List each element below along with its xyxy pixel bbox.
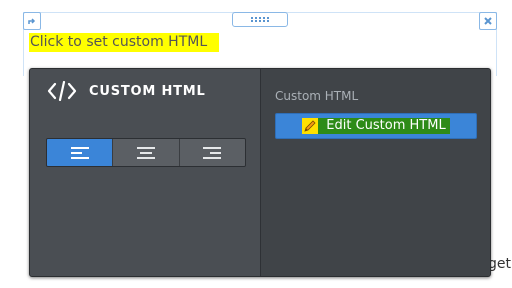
align-center-icon <box>136 146 155 159</box>
pencil-icon <box>302 118 319 134</box>
custom-html-settings-panel: CUSTOM HTML Custom HTML Edit Custom HTML <box>29 68 491 277</box>
close-button[interactable] <box>479 12 497 30</box>
code-icon <box>47 81 77 101</box>
align-right-icon <box>203 146 222 159</box>
panel-title: CUSTOM HTML <box>89 83 206 99</box>
align-right-button[interactable] <box>179 139 245 166</box>
drag-dots-icon <box>251 17 269 22</box>
panel-right-column: Custom HTML Edit Custom HTML <box>261 69 490 276</box>
align-left-button[interactable] <box>47 139 114 166</box>
alignment-button-group <box>46 138 246 167</box>
panel-left-column: CUSTOM HTML <box>30 69 261 276</box>
custom-html-placeholder[interactable]: Click to set custom HTML <box>29 33 220 52</box>
move-handle-button[interactable] <box>23 12 41 30</box>
edit-button-content: Edit Custom HTML <box>302 118 450 134</box>
edit-custom-html-button[interactable]: Edit Custom HTML <box>275 113 477 139</box>
align-center-button[interactable] <box>113 139 180 166</box>
background-page-text: get <box>488 256 511 272</box>
drag-handle[interactable] <box>232 12 288 27</box>
close-icon <box>484 17 492 25</box>
arrow-icon <box>28 18 36 24</box>
panel-header: CUSTOM HTML <box>47 81 206 101</box>
align-left-icon <box>70 146 89 159</box>
edit-button-label: Edit Custom HTML <box>326 118 446 133</box>
section-label: Custom HTML <box>275 89 359 103</box>
